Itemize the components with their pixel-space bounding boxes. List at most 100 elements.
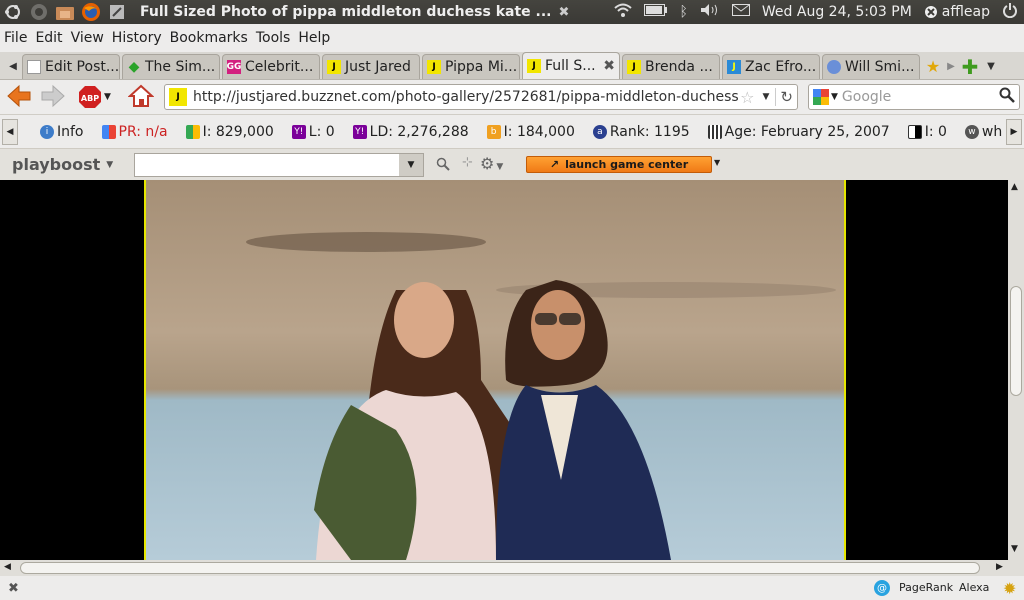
tab-the-sims[interactable]: ◆ The Sim... <box>122 54 220 79</box>
addon-gear-icon[interactable]: ✹ <box>1003 579 1016 598</box>
firefox-icon[interactable] <box>80 1 102 23</box>
tab-just-jared[interactable]: J Just Jared <box>322 54 420 79</box>
tabs-scroll-right-icon[interactable]: ▶ <box>944 54 958 79</box>
stat-yahoo-links[interactable]: Y! L: 0 <box>291 124 335 140</box>
toolbar-scroll-left-icon[interactable]: ◀ <box>2 118 18 145</box>
horizontal-scrollbar[interactable]: ◀ ▶ <box>0 560 1024 576</box>
adblock-icon[interactable]: ABP ▼ <box>78 85 111 109</box>
vertical-scroll-thumb[interactable] <box>1010 286 1022 396</box>
menu-help[interactable]: Help <box>298 30 330 46</box>
menu-edit[interactable]: Edit <box>35 30 62 46</box>
gg-icon: GG <box>226 60 242 74</box>
settings-gear-icon[interactable]: ⚙ ▼ <box>480 154 503 173</box>
search-bar[interactable]: ▼ Google <box>808 84 1020 110</box>
menu-tools[interactable]: Tools <box>256 30 291 46</box>
stat-whois[interactable]: w wh <box>964 124 1002 140</box>
home-icon[interactable] <box>127 84 155 112</box>
stat-delicious[interactable]: I: 0 <box>907 123 947 140</box>
tab-full-sized[interactable]: J Full S... ✖ <box>522 52 620 79</box>
tab-list-icon[interactable]: ▼ <box>982 54 1000 79</box>
scroll-down-icon[interactable]: ▼ <box>1011 544 1018 554</box>
stat-alexa-rank[interactable]: a Rank: 1195 <box>592 124 690 140</box>
tab-label: Edit Post... <box>45 59 120 75</box>
stat-pagerank-label: PR: n/a <box>118 123 168 140</box>
playboost-logo[interactable]: playboost ▼ <box>12 155 113 174</box>
alexa-icon: a <box>592 124 607 139</box>
tab-will-smith[interactable]: Will Smi... <box>822 54 920 79</box>
stat-delicious-label: I: 0 <box>924 123 947 140</box>
tab-pippa[interactable]: J Pippa Mi... <box>422 54 520 79</box>
tab-label: Pippa Mi... <box>445 59 518 75</box>
jj-icon: J <box>527 59 541 73</box>
tab-zac-efron[interactable]: J Zac Efro... <box>722 54 820 79</box>
stat-bing-indexed[interactable]: b I: 184,000 <box>486 124 575 140</box>
menu-history[interactable]: History <box>112 30 162 46</box>
editor-icon[interactable] <box>106 1 128 23</box>
battery-icon[interactable] <box>643 4 668 20</box>
reload-icon[interactable]: ↻ <box>775 88 797 106</box>
playboost-search-input[interactable]: ▼ <box>134 153 424 177</box>
back-icon[interactable] <box>6 84 32 112</box>
scroll-right-icon[interactable]: ▶ <box>996 562 1003 572</box>
user-status-icon[interactable]: affleap <box>924 4 990 20</box>
close-tab-icon[interactable]: ✖ <box>603 58 615 74</box>
menu-bookmarks[interactable]: Bookmarks <box>170 30 248 46</box>
launch-game-center-button[interactable]: ↗ launch game center <box>526 156 712 173</box>
stat-yahoo-ld[interactable]: Y! LD: 2,276,288 <box>352 124 469 140</box>
playboost-menu-icon[interactable]: ▼ <box>106 160 113 170</box>
scroll-up-icon[interactable]: ▲ <box>1011 182 1018 192</box>
bluetooth-icon[interactable]: ᛒ <box>680 4 688 20</box>
playboost-brand: playboost <box>12 155 101 174</box>
jj-blue-icon: J <box>727 60 741 74</box>
mail-icon[interactable] <box>731 4 750 20</box>
clock[interactable]: Wed Aug 24, 5:03 PM <box>762 4 912 20</box>
close-window-icon[interactable]: ✖ <box>554 2 574 22</box>
horizontal-scroll-thumb[interactable] <box>20 562 980 574</box>
adblock-dropdown-icon[interactable]: ▼ <box>104 92 111 102</box>
menu-view[interactable]: View <box>71 30 104 46</box>
url-bar[interactable]: J http://justjared.buzznet.com/photo-gal… <box>164 84 798 110</box>
ubuntu-logo-icon[interactable] <box>2 1 24 23</box>
wifi-icon[interactable] <box>613 3 632 21</box>
pagerank-label[interactable]: PageRank <box>899 581 953 594</box>
search-input[interactable]: Google <box>842 89 999 105</box>
close-addon-bar-icon[interactable]: ✖ <box>8 581 19 596</box>
google-engine-icon[interactable]: ▼ <box>813 89 838 105</box>
tab-label: Will Smi... <box>845 59 915 75</box>
yahoo-icon: Y! <box>291 124 306 139</box>
page-content <box>0 180 1008 560</box>
tab-celebrity[interactable]: GG Celebrit... <box>222 54 320 79</box>
google-icon <box>185 124 200 139</box>
playboost-search-dropdown-icon[interactable]: ▼ <box>399 154 423 176</box>
bookmark-star-icon[interactable]: ★ <box>922 54 944 79</box>
toolbar-scroll-right-icon[interactable]: ▶ <box>1006 118 1022 145</box>
url-history-dropdown-icon[interactable]: ▼ <box>763 92 770 102</box>
stat-pagerank[interactable]: PR: n/a <box>101 123 168 140</box>
pagerank-icon[interactable]: @ <box>874 580 890 596</box>
stat-info[interactable]: i Info <box>40 124 84 140</box>
system-icon[interactable] <box>28 1 50 23</box>
menu-file[interactable]: File <box>4 30 27 46</box>
stat-indexed[interactable]: I: 829,000 <box>185 124 274 140</box>
search-icon[interactable] <box>999 87 1015 107</box>
tab-edit-post[interactable]: Edit Post... <box>22 54 120 79</box>
new-tab-icon[interactable]: ✚ <box>958 54 982 79</box>
magnifier-icon[interactable] <box>436 157 450 175</box>
vertical-scrollbar[interactable]: ▲ ▼ <box>1008 180 1024 560</box>
power-icon[interactable] <box>1002 2 1018 22</box>
scroll-left-icon[interactable]: ◀ <box>4 562 11 572</box>
tab-label: Brenda ... <box>645 59 713 75</box>
whois-icon: w <box>964 124 979 139</box>
forward-icon[interactable] <box>40 84 66 112</box>
launch-dropdown-icon[interactable]: ▼ <box>714 158 720 167</box>
volume-icon[interactable] <box>700 3 720 21</box>
tabs-scroll-left-icon[interactable]: ◀ <box>4 54 22 79</box>
tab-brenda[interactable]: J Brenda ... <box>622 54 720 79</box>
gallery-photo[interactable] <box>144 180 846 560</box>
stat-info-label: Info <box>57 123 84 140</box>
home-folder-icon[interactable] <box>54 1 76 23</box>
bookmark-page-star-icon[interactable]: ☆ <box>740 88 754 107</box>
stat-age[interactable]: Age: February 25, 2007 <box>707 123 890 140</box>
stat-age-label: Age: February 25, 2007 <box>724 123 890 140</box>
alexa-label[interactable]: Alexa <box>959 581 989 594</box>
